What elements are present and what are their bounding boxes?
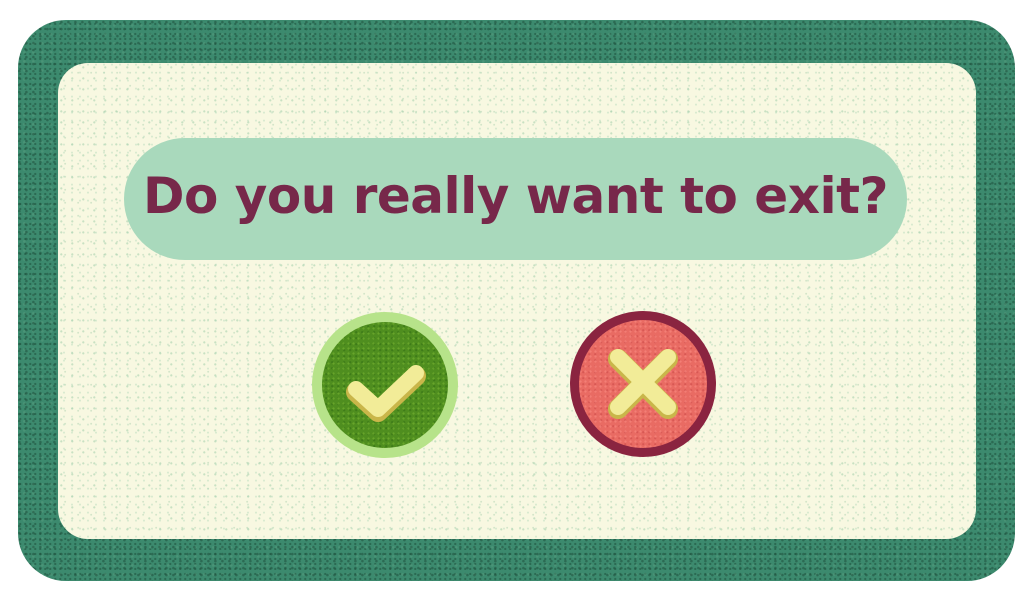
cross-icon <box>608 349 678 419</box>
dialog-panel <box>58 63 976 539</box>
dialog-title: Do you really want to exit? <box>143 167 889 225</box>
dialog-title-banner: Do you really want to exit? <box>124 138 907 260</box>
exit-dialog-stage: Do you really want to exit? <box>0 0 1032 604</box>
cancel-exit-button[interactable] <box>570 311 716 457</box>
confirm-exit-button[interactable] <box>312 312 458 458</box>
checkmark-icon <box>346 365 426 422</box>
